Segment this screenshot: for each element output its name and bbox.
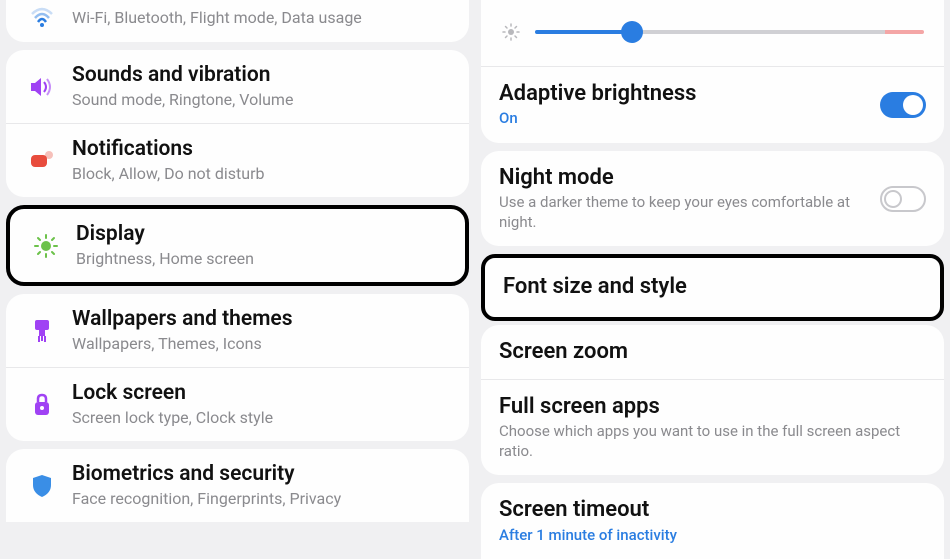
- notifications-title: Notifications: [72, 136, 455, 162]
- lockscreen-row[interactable]: Lock screen Screen lock type, Clock styl…: [6, 367, 469, 441]
- sounds-notifications-card: Sounds and vibration Sound mode, Rington…: [6, 50, 469, 197]
- night-mode-subtitle: Use a darker theme to keep your eyes com…: [499, 193, 870, 232]
- notifications-icon: [20, 151, 64, 171]
- screen-timeout-subtitle: After 1 minute of inactivity: [499, 526, 926, 546]
- display-subtitle: Brightness, Home screen: [76, 249, 451, 270]
- fullscreen-apps-title: Full screen apps: [499, 394, 926, 420]
- night-mode-toggle[interactable]: [880, 186, 926, 212]
- biometrics-card: Biometrics and security Face recognition…: [6, 449, 469, 522]
- adaptive-brightness-row[interactable]: Adaptive brightness On: [481, 66, 944, 143]
- screen-timeout-row[interactable]: Screen timeout After 1 minute of inactiv…: [481, 483, 944, 559]
- notifications-subtitle: Block, Allow, Do not disturb: [72, 164, 455, 185]
- brush-icon: [20, 318, 64, 344]
- connections-row[interactable]: Wi-Fi, Bluetooth, Flight mode, Data usag…: [6, 0, 469, 42]
- brightness-card: Adaptive brightness On: [481, 0, 944, 143]
- font-size-title: Font size and style: [503, 274, 922, 300]
- brightness-slider-thumb[interactable]: [621, 21, 643, 43]
- zoom-fullscreen-card: Screen zoom Full screen apps Choose whic…: [481, 325, 944, 476]
- night-mode-row[interactable]: Night mode Use a darker theme to keep yo…: [481, 151, 944, 246]
- lock-icon: [20, 393, 64, 417]
- brightness-slider[interactable]: [535, 30, 924, 34]
- lockscreen-title: Lock screen: [72, 380, 455, 406]
- brightness-low-icon: [501, 22, 521, 42]
- font-size-row-highlighted[interactable]: Font size and style: [481, 254, 944, 320]
- screen-zoom-row[interactable]: Screen zoom: [481, 325, 944, 379]
- adaptive-brightness-status: On: [499, 109, 870, 129]
- wifi-icon: [20, 6, 64, 28]
- volume-icon: [20, 76, 64, 98]
- brightness-icon: [24, 233, 68, 259]
- wallpapers-title: Wallpapers and themes: [72, 306, 455, 332]
- lockscreen-subtitle: Screen lock type, Clock style: [72, 408, 455, 429]
- sounds-row[interactable]: Sounds and vibration Sound mode, Rington…: [6, 50, 469, 123]
- biometrics-subtitle: Face recognition, Fingerprints, Privacy: [72, 489, 455, 510]
- notifications-row[interactable]: Notifications Block, Allow, Do not distu…: [6, 123, 469, 197]
- settings-main-panel: Wi-Fi, Bluetooth, Flight mode, Data usag…: [0, 0, 475, 550]
- shield-icon: [20, 473, 64, 499]
- screen-timeout-card: Screen timeout After 1 minute of inactiv…: [481, 483, 944, 559]
- fullscreen-apps-subtitle: Choose which apps you want to use in the…: [499, 422, 926, 461]
- biometrics-row[interactable]: Biometrics and security Face recognition…: [6, 449, 469, 522]
- connections-card: Wi-Fi, Bluetooth, Flight mode, Data usag…: [6, 0, 469, 42]
- display-settings-panel: Adaptive brightness On Night mode Use a …: [475, 0, 950, 550]
- night-mode-title: Night mode: [499, 165, 870, 191]
- display-row-highlighted[interactable]: Display Brightness, Home screen: [6, 205, 469, 286]
- sounds-title: Sounds and vibration: [72, 62, 455, 88]
- sounds-subtitle: Sound mode, Ringtone, Volume: [72, 90, 455, 111]
- screen-zoom-title: Screen zoom: [499, 339, 926, 365]
- display-title: Display: [76, 221, 451, 247]
- adaptive-brightness-toggle[interactable]: [880, 92, 926, 118]
- biometrics-title: Biometrics and security: [72, 461, 455, 487]
- wallpapers-subtitle: Wallpapers, Themes, Icons: [72, 334, 455, 355]
- wallpapers-lock-card: Wallpapers and themes Wallpapers, Themes…: [6, 294, 469, 441]
- connections-subtitle: Wi-Fi, Bluetooth, Flight mode, Data usag…: [72, 8, 455, 29]
- adaptive-brightness-title: Adaptive brightness: [499, 81, 870, 107]
- wallpapers-row[interactable]: Wallpapers and themes Wallpapers, Themes…: [6, 294, 469, 367]
- night-mode-card: Night mode Use a darker theme to keep yo…: [481, 151, 944, 246]
- fullscreen-apps-row[interactable]: Full screen apps Choose which apps you w…: [481, 379, 944, 475]
- brightness-slider-row: [481, 0, 944, 66]
- screen-timeout-title: Screen timeout: [499, 497, 926, 523]
